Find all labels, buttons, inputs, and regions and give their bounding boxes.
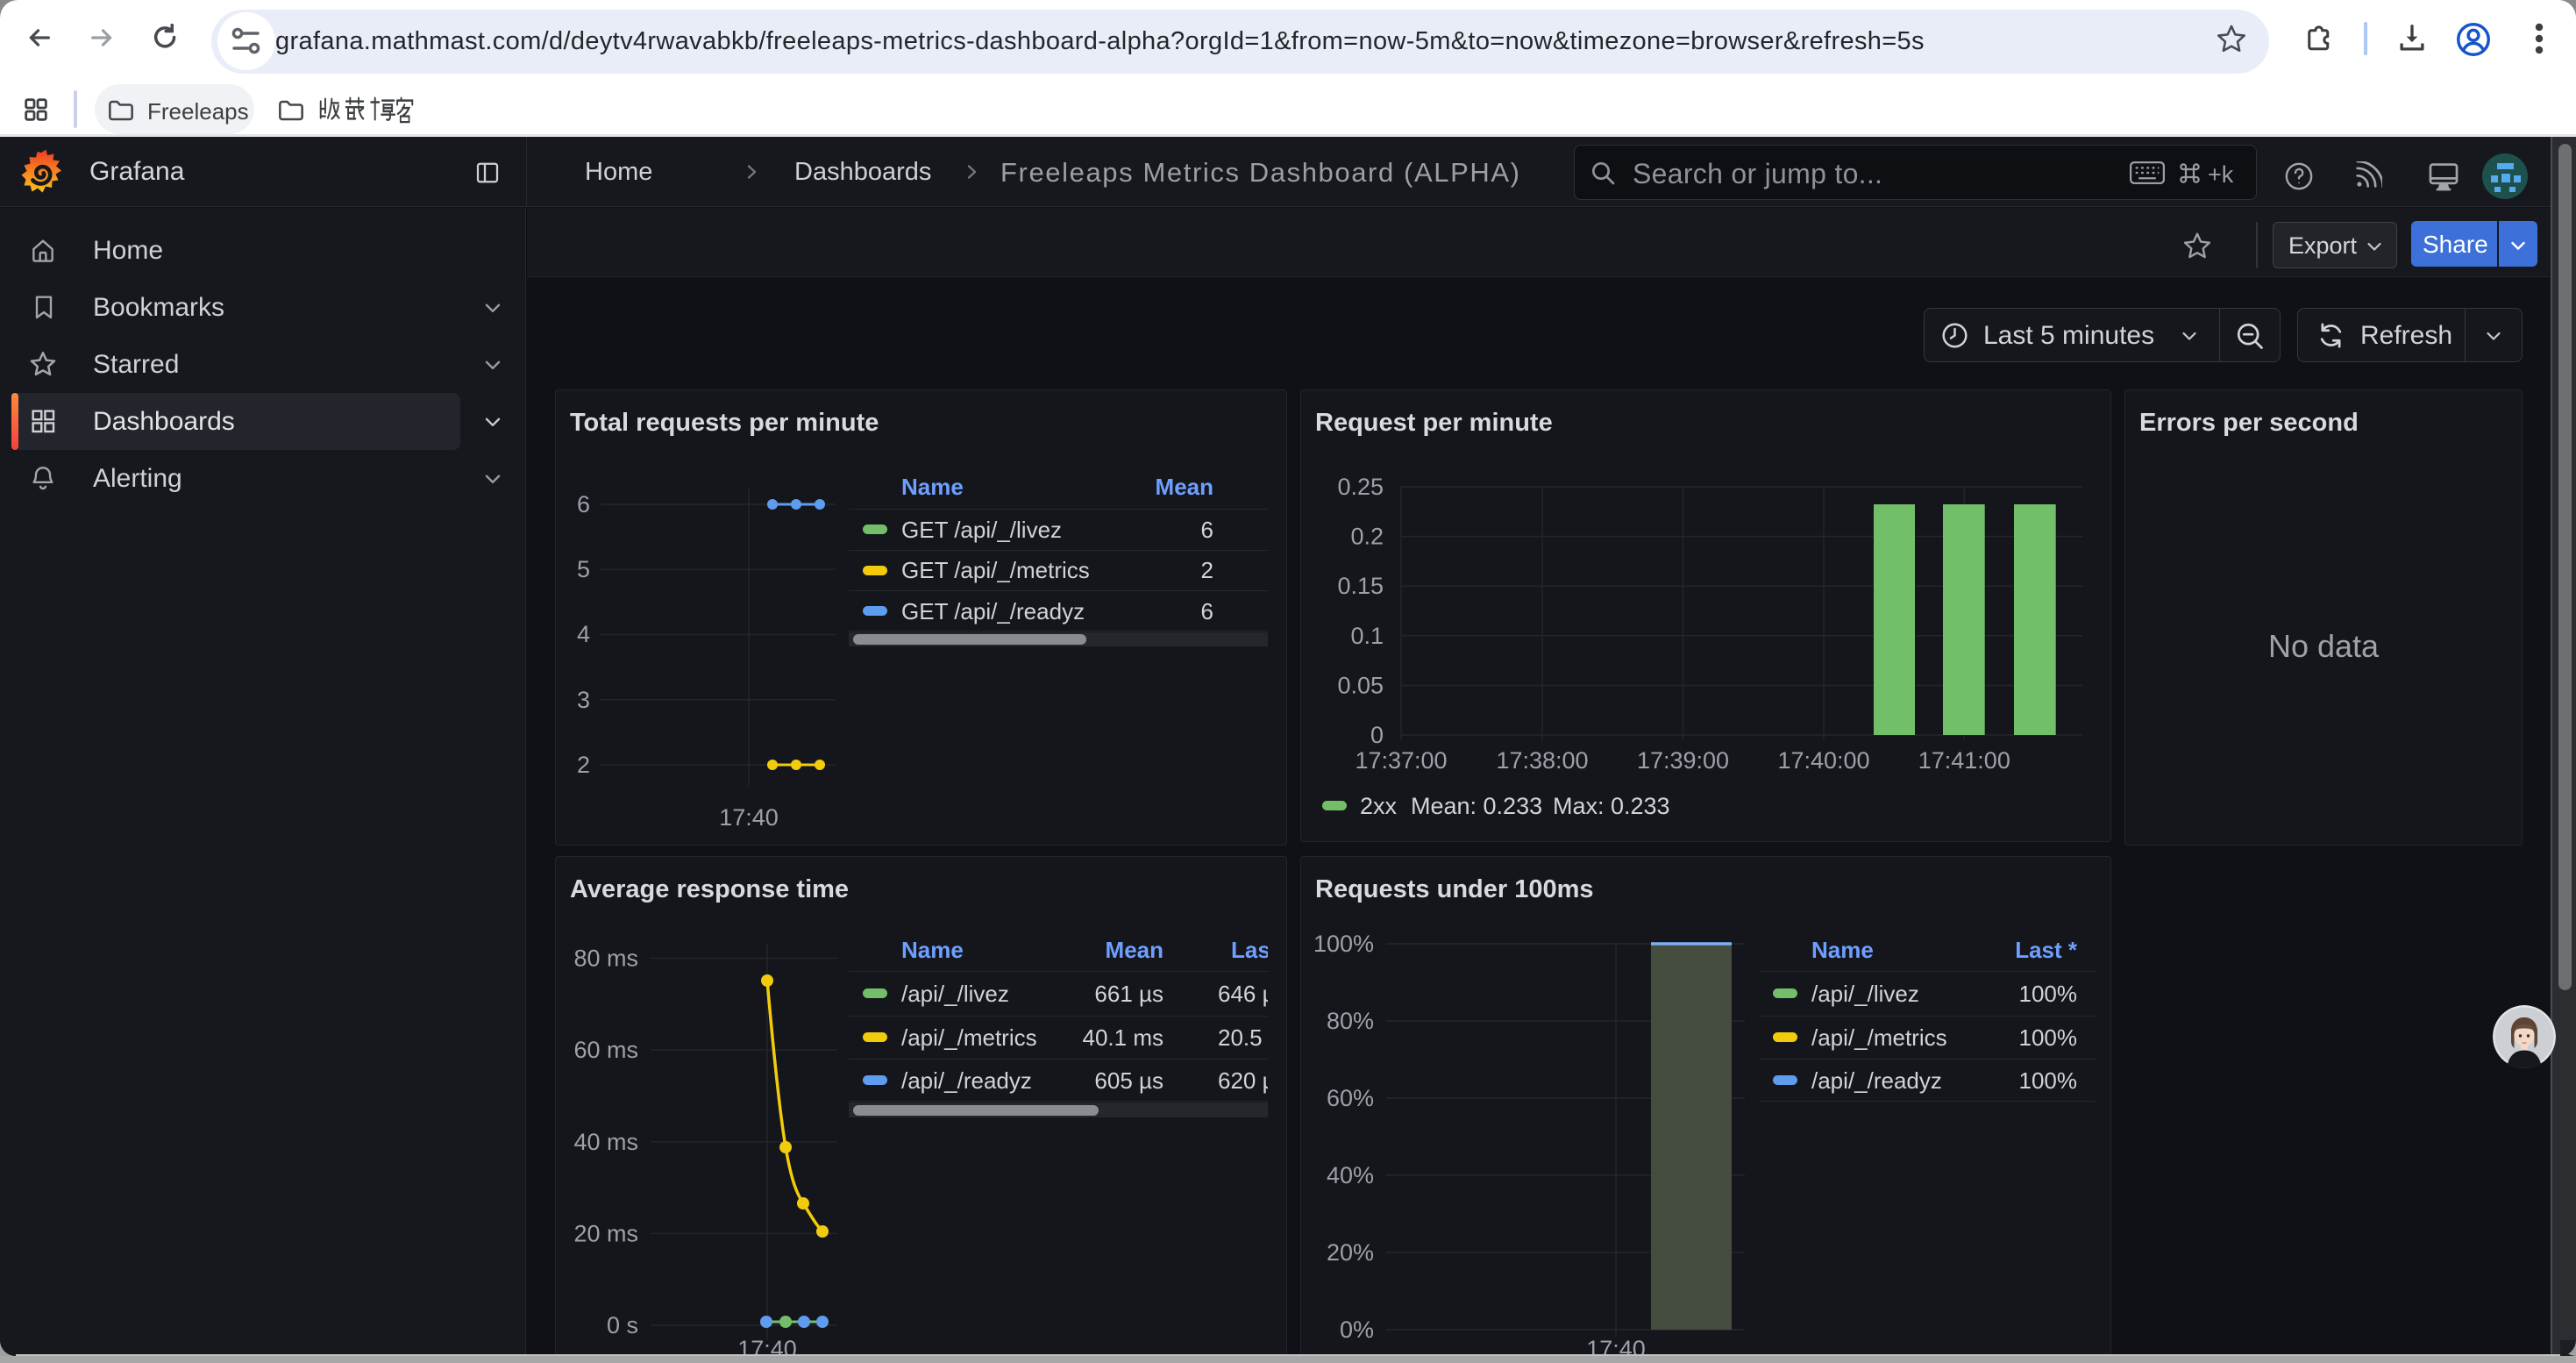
svg-text:17:37:00: 17:37:00 [1355, 747, 1447, 774]
svg-text:80%: 80% [1327, 1008, 1374, 1034]
svg-text:0 s: 0 s [607, 1312, 638, 1338]
svg-text:17:40: 17:40 [719, 804, 779, 831]
svg-text:0.25: 0.25 [1337, 474, 1384, 500]
svg-text:60%: 60% [1327, 1085, 1374, 1111]
svg-text:40%: 40% [1327, 1162, 1374, 1188]
svg-text:2xx: 2xx [1360, 793, 1398, 819]
svg-text:17:41:00: 17:41:00 [1918, 747, 2010, 774]
svg-text:0.15: 0.15 [1337, 573, 1384, 599]
svg-text:60 ms: 60 ms [573, 1037, 638, 1063]
svg-text:0%: 0% [1340, 1317, 1374, 1343]
svg-text:17:39:00: 17:39:00 [1637, 747, 1729, 774]
svg-text:20 ms: 20 ms [573, 1220, 638, 1246]
svg-text:6: 6 [577, 491, 590, 517]
svg-text:20%: 20% [1327, 1239, 1374, 1266]
svg-text:17:38:00: 17:38:00 [1496, 747, 1588, 774]
svg-text:0.05: 0.05 [1337, 672, 1384, 698]
svg-text:Max: 0.233: Max: 0.233 [1553, 793, 1670, 819]
svg-text:2: 2 [577, 752, 590, 778]
svg-text:80 ms: 80 ms [573, 946, 638, 972]
svg-text:100%: 100% [1313, 931, 1374, 957]
svg-text:4: 4 [577, 621, 590, 647]
svg-text:17:40: 17:40 [737, 1336, 797, 1356]
svg-text:40 ms: 40 ms [573, 1129, 638, 1155]
svg-text:Mean: 0.233: Mean: 0.233 [1411, 793, 1542, 819]
svg-text:3: 3 [577, 687, 590, 713]
svg-text:0.1: 0.1 [1350, 623, 1384, 649]
svg-text:5: 5 [577, 556, 590, 582]
svg-text:17:40: 17:40 [1586, 1336, 1646, 1356]
svg-text:0: 0 [1370, 722, 1384, 748]
svg-text:17:40:00: 17:40:00 [1777, 747, 1869, 774]
svg-text:0.2: 0.2 [1350, 524, 1384, 550]
